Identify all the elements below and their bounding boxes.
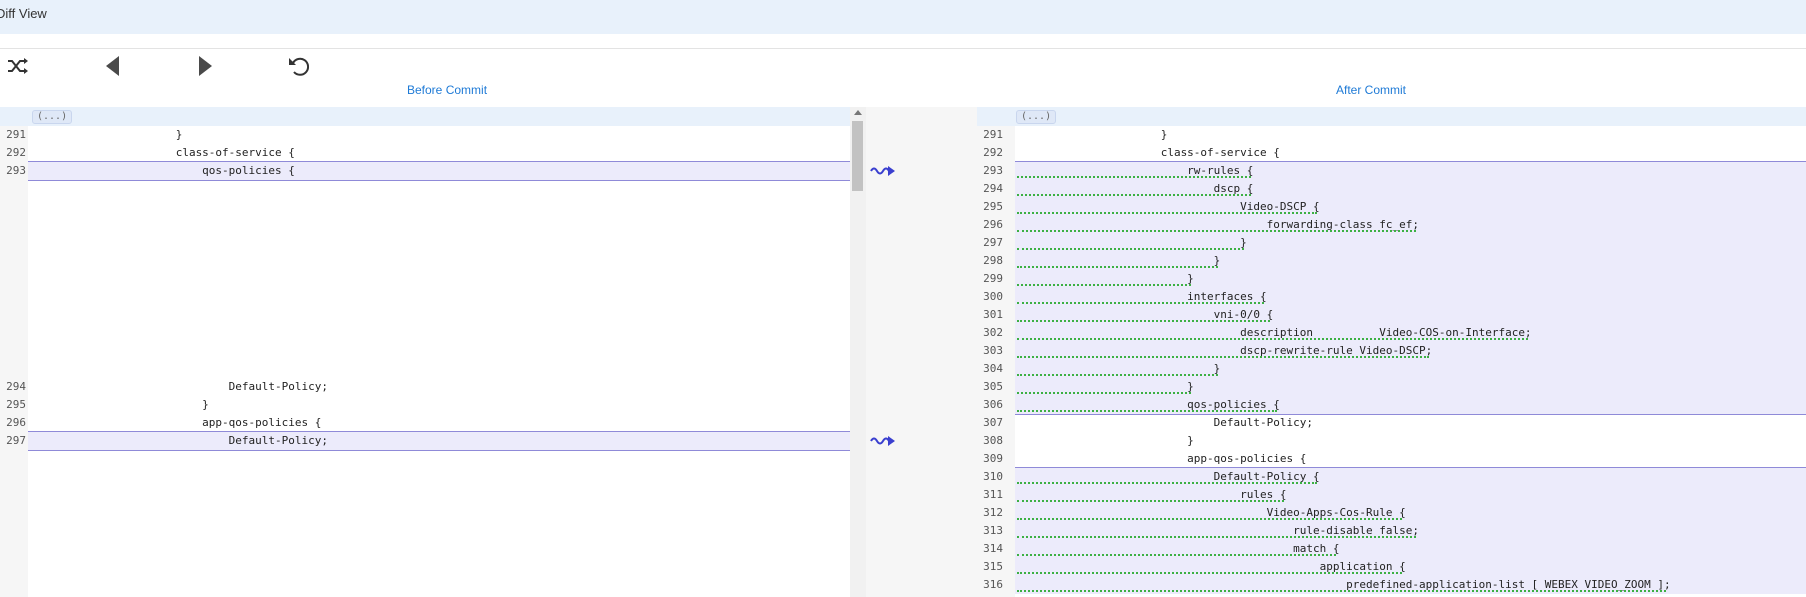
right-line-number: 301 bbox=[983, 308, 1003, 321]
right-line-number: 296 bbox=[983, 218, 1003, 231]
right-line-number: 299 bbox=[983, 272, 1003, 285]
right-added-marker bbox=[1017, 410, 1277, 412]
right-added-marker bbox=[1017, 482, 1317, 484]
right-line-number: 298 bbox=[983, 254, 1003, 267]
right-line-number: 316 bbox=[983, 578, 1003, 591]
left-line-number: 292 bbox=[6, 146, 26, 159]
right-code-line: app-qos-policies { bbox=[1015, 452, 1307, 465]
previous-icon bbox=[106, 56, 119, 76]
right-added-marker bbox=[1017, 176, 1251, 178]
right-added-marker bbox=[1017, 230, 1416, 232]
right-added-marker bbox=[1017, 572, 1403, 574]
right-fold-row[interactable]: (...) bbox=[977, 107, 1806, 126]
right-added-marker bbox=[1017, 266, 1218, 268]
left-line-number: 293 bbox=[6, 164, 26, 177]
right-added-marker bbox=[1017, 212, 1317, 214]
connector-gutter bbox=[866, 107, 977, 597]
right-line-number: 308 bbox=[983, 434, 1003, 447]
left-line-number: 296 bbox=[6, 416, 26, 429]
undo-icon bbox=[289, 57, 309, 76]
next-icon bbox=[199, 56, 212, 76]
left-line-number: 297 bbox=[6, 434, 26, 447]
left-line-number: 291 bbox=[6, 128, 26, 141]
before-commit-header: Before Commit bbox=[407, 83, 488, 97]
right-added-marker bbox=[1017, 302, 1264, 304]
previous-diff-button[interactable] bbox=[101, 54, 125, 78]
left-gutter bbox=[0, 107, 28, 597]
right-line-number: 309 bbox=[983, 452, 1003, 465]
left-scrollbar[interactable] bbox=[850, 107, 866, 597]
right-code-line: Default-Policy; bbox=[1015, 416, 1314, 429]
scroll-up-arrow[interactable] bbox=[854, 110, 862, 115]
right-line-number: 302 bbox=[983, 326, 1003, 339]
right-line-number: 305 bbox=[983, 380, 1003, 393]
scroll-thumb[interactable] bbox=[852, 121, 863, 191]
merge-arrow-icon[interactable] bbox=[870, 164, 896, 178]
right-line-number: 303 bbox=[983, 344, 1003, 357]
left-fold-marker[interactable]: (...) bbox=[32, 110, 73, 124]
right-line-number: 310 bbox=[983, 470, 1003, 483]
right-added-marker bbox=[1017, 356, 1429, 358]
right-fold-marker[interactable]: (...) bbox=[1016, 110, 1057, 124]
right-added-marker bbox=[1017, 536, 1416, 538]
left-code-line: Default-Policy; bbox=[30, 434, 329, 447]
window-title: Diff View bbox=[0, 6, 47, 21]
right-line-number: 294 bbox=[983, 182, 1003, 195]
right-line-number: 313 bbox=[983, 524, 1003, 537]
left-code-line: Default-Policy; bbox=[30, 380, 329, 393]
right-added-marker bbox=[1017, 518, 1403, 520]
right-line-number: 311 bbox=[983, 488, 1003, 501]
after-commit-header: After Commit bbox=[1336, 83, 1407, 97]
toolbar-separator bbox=[0, 48, 1806, 49]
merge-arrow-icon[interactable] bbox=[870, 434, 896, 448]
right-line-number: 292 bbox=[983, 146, 1003, 159]
right-added-marker bbox=[1017, 248, 1244, 250]
right-added-marker bbox=[1017, 338, 1528, 340]
right-line-number: 304 bbox=[983, 362, 1003, 375]
left-code-line: } bbox=[30, 128, 183, 141]
right-line-number: 306 bbox=[983, 398, 1003, 411]
right-line-number: 315 bbox=[983, 560, 1003, 573]
left-code-line: app-qos-policies { bbox=[30, 416, 322, 429]
right-added-marker bbox=[1017, 392, 1192, 394]
shuffle-icon bbox=[8, 58, 28, 74]
right-added-marker bbox=[1017, 590, 1667, 592]
left-fold-row[interactable]: (...) bbox=[0, 107, 850, 126]
right-code-line: class-of-service { bbox=[1015, 146, 1280, 159]
right-line-number: 293 bbox=[983, 164, 1003, 177]
left-code-line: qos-policies { bbox=[30, 164, 295, 177]
left-code-line: } bbox=[30, 398, 209, 411]
title-bar: Diff View bbox=[0, 0, 1806, 34]
right-line-number: 312 bbox=[983, 506, 1003, 519]
right-line-number: 314 bbox=[983, 542, 1003, 555]
right-line-number: 307 bbox=[983, 416, 1003, 429]
undo-button[interactable] bbox=[286, 54, 310, 78]
right-added-marker bbox=[1017, 284, 1192, 286]
right-added-marker bbox=[1017, 374, 1218, 376]
right-code-line: } bbox=[1015, 128, 1168, 141]
left-code-line: class-of-service { bbox=[30, 146, 295, 159]
right-added-marker bbox=[1017, 554, 1337, 556]
shuffle-button[interactable] bbox=[6, 54, 30, 78]
right-added-marker bbox=[1017, 194, 1251, 196]
right-line-number: 300 bbox=[983, 290, 1003, 303]
right-added-marker bbox=[1017, 320, 1271, 322]
next-diff-button[interactable] bbox=[193, 54, 217, 78]
right-added-marker bbox=[1017, 500, 1284, 502]
right-line-number: 291 bbox=[983, 128, 1003, 141]
right-line-number: 297 bbox=[983, 236, 1003, 249]
left-line-number: 295 bbox=[6, 398, 26, 411]
right-line-number: 295 bbox=[983, 200, 1003, 213]
right-code-line: } bbox=[1015, 434, 1194, 447]
left-line-number: 294 bbox=[6, 380, 26, 393]
